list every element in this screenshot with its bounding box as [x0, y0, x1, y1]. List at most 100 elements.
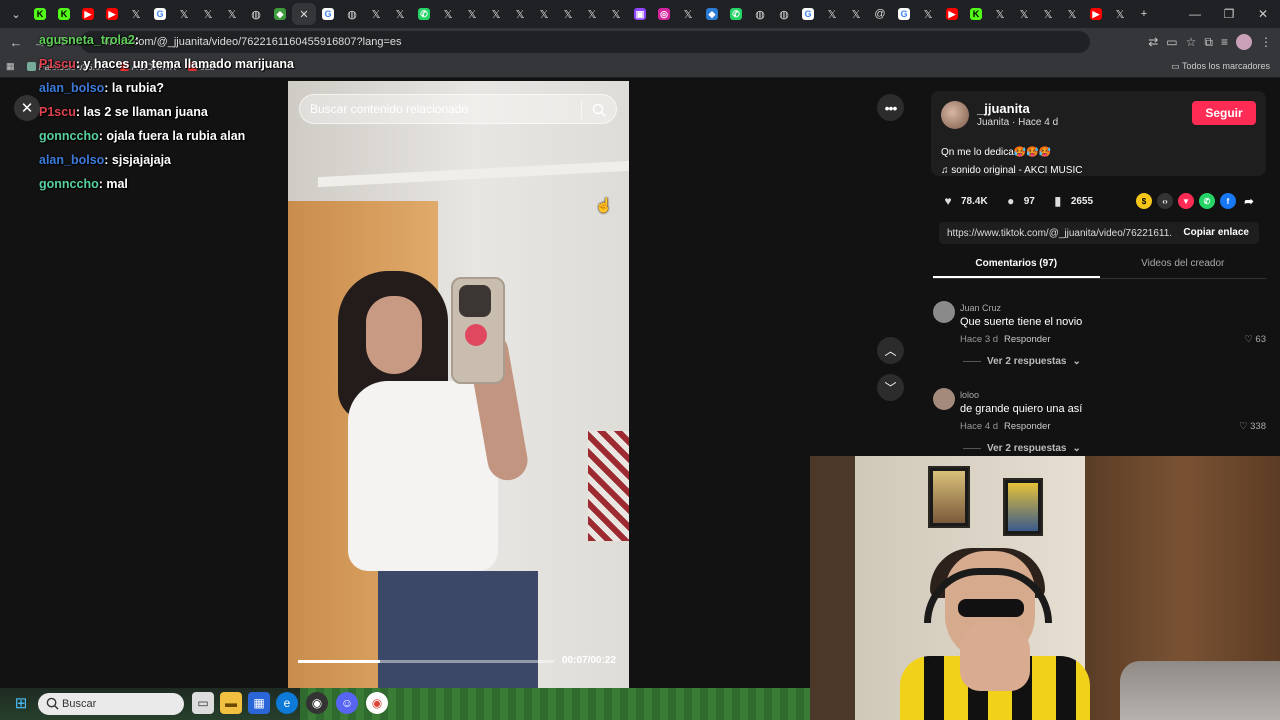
file-explorer-icon[interactable]: ▬ [220, 692, 242, 714]
send-icon[interactable]: ▼ [1178, 193, 1194, 209]
tab-youtube[interactable]: ▶ [1084, 3, 1108, 25]
tab-threads[interactable]: @ [868, 3, 892, 25]
tab-x[interactable]: 𝕏 [988, 3, 1012, 25]
chat-username[interactable]: alan_bolso [39, 81, 104, 95]
tab-generic[interactable]: ◍ [244, 3, 268, 25]
tab-creator-videos[interactable]: Videos del creador [1100, 253, 1267, 278]
tab-youtube[interactable]: ▶ [100, 3, 124, 25]
minimize-icon[interactable]: — [1178, 0, 1212, 28]
translate-icon[interactable]: ⇄ [1148, 35, 1158, 49]
chat-username[interactable]: agusneta_trola2 [39, 33, 135, 47]
chat-username[interactable]: alan_bolso [39, 153, 104, 167]
tab-youtube[interactable]: ▶ [940, 3, 964, 25]
tab-generic[interactable]: ◆ [268, 3, 292, 25]
comment-avatar[interactable] [933, 301, 955, 323]
reading-list-icon[interactable]: ≡ [1221, 35, 1228, 49]
like-stat[interactable]: ♥ 78.4K [941, 194, 987, 208]
coin-share-icon[interactable]: $ [1136, 193, 1152, 209]
search-icon[interactable] [592, 103, 606, 117]
reply-button[interactable]: Responder [1004, 334, 1050, 345]
tab-generic[interactable]: ◍ [748, 3, 772, 25]
comment-stat[interactable]: ● 97 [1004, 194, 1035, 208]
tab-x[interactable]: 𝕏 [220, 3, 244, 25]
tab-kick[interactable]: K [28, 3, 52, 25]
tab-x[interactable]: 𝕏 [436, 3, 460, 25]
tab-x[interactable]: 𝕏 [508, 3, 532, 25]
tab-x[interactable]: 𝕏 [556, 3, 580, 25]
embed-icon[interactable]: ‹› [1157, 193, 1173, 209]
chat-username[interactable]: P1scu [39, 57, 76, 71]
post-sound[interactable]: ♫ sonido original - AKCI MUSIC [941, 165, 1082, 176]
tab-x[interactable]: 𝕏 [460, 3, 484, 25]
view-replies-button[interactable]: Ver 2 respuestas ⌄ [963, 443, 1081, 454]
previous-video-icon[interactable]: ︿ [877, 337, 904, 364]
tab-close-active[interactable]: ✕ [292, 3, 316, 25]
tab-x[interactable]: 𝕏 [1060, 3, 1084, 25]
menu-icon[interactable]: ⋮ [1260, 35, 1272, 49]
comment-username[interactable]: Juan Cruz [960, 303, 1001, 313]
tab-generic[interactable]: ◍ [772, 3, 796, 25]
chat-username[interactable]: gonnccho [39, 177, 99, 191]
tab-whatsapp[interactable]: ✆ [412, 3, 436, 25]
tab-youtube[interactable]: ▶ [76, 3, 100, 25]
view-replies-button[interactable]: Ver 2 respuestas ⌄ [963, 356, 1081, 367]
store-icon[interactable]: ▦ [248, 692, 270, 714]
all-bookmarks-folder[interactable]: ▭ Todos los marcadores [1171, 61, 1270, 72]
tab-x[interactable]: 𝕏 [1036, 3, 1060, 25]
tab-generic[interactable]: ◍ [340, 3, 364, 25]
discord-icon[interactable]: ☺ [336, 692, 358, 714]
more-options-icon[interactable]: ••• [877, 94, 904, 121]
tab-google[interactable]: G [316, 3, 340, 25]
chat-username[interactable]: gonnccho [39, 129, 99, 143]
apps-icon[interactable]: ▦ [6, 61, 15, 72]
video-player[interactable] [288, 81, 629, 688]
tab-x[interactable]: 𝕏 [124, 3, 148, 25]
obs-icon[interactable]: ◉ [306, 692, 328, 714]
tab-kick[interactable]: K [52, 3, 76, 25]
windows-start-icon[interactable]: ⊞ [10, 692, 32, 714]
comment-like[interactable]: ♡ 338 [1239, 421, 1266, 432]
video-progress-bar[interactable] [298, 660, 554, 663]
profile-avatar[interactable] [1236, 34, 1252, 50]
tab-x[interactable]: 𝕏 [676, 3, 700, 25]
extensions-icon[interactable]: ⧉ [1204, 35, 1213, 50]
tab-kick[interactable]: K [964, 3, 988, 25]
tab-generic[interactable]: ◆ [700, 3, 724, 25]
next-video-icon[interactable]: ﹀ [877, 374, 904, 401]
tab-whatsapp[interactable]: ✆ [724, 3, 748, 25]
save-stat[interactable]: ▮ 2655 [1051, 194, 1094, 208]
tab-google[interactable]: G [892, 3, 916, 25]
author-username[interactable]: _jjuanita [977, 101, 1030, 116]
copy-link-button[interactable]: Copiar enlace [1183, 227, 1249, 238]
tab-x[interactable]: 𝕏 [484, 3, 508, 25]
cast-icon[interactable]: ▭ [1166, 35, 1177, 49]
back-icon[interactable]: ← [4, 35, 28, 50]
tab-x[interactable]: 𝕏 [844, 3, 868, 25]
comment-like[interactable]: ♡ 63 [1244, 334, 1266, 345]
comment-avatar[interactable] [933, 388, 955, 410]
tab-x[interactable]: 𝕏 [820, 3, 844, 25]
related-search-input[interactable]: Buscar contenido relacionado [299, 94, 617, 124]
tab-x[interactable]: 𝕏 [580, 3, 604, 25]
tab-x[interactable]: 𝕏 [916, 3, 940, 25]
task-view-icon[interactable]: ▭ [192, 692, 214, 714]
new-tab-button[interactable]: + [1132, 3, 1156, 25]
restore-icon[interactable]: ❐ [1212, 0, 1246, 28]
tab-x[interactable]: 𝕏 [172, 3, 196, 25]
taskbar-search-input[interactable]: Buscar [38, 693, 184, 715]
reply-button[interactable]: Responder [1004, 421, 1050, 432]
tab-x[interactable]: 𝕏 [604, 3, 628, 25]
comment-username[interactable]: loloo [960, 390, 979, 400]
tab-x[interactable]: 𝕏 [196, 3, 220, 25]
chrome-icon[interactable]: ◉ [366, 692, 388, 714]
tab-twitch[interactable]: ▣ [628, 3, 652, 25]
tab-instagram[interactable]: ◎ [652, 3, 676, 25]
tab-x[interactable]: 𝕏 [364, 3, 388, 25]
chat-username[interactable]: P1scu [39, 105, 76, 119]
tab-x[interactable]: 𝕏 [1108, 3, 1132, 25]
video-link[interactable]: https://www.tiktok.com/@_jjuanita/video/… [947, 228, 1172, 239]
share-arrow-icon[interactable]: ➦ [1241, 193, 1257, 209]
tab-comments[interactable]: Comentarios (97) [933, 253, 1100, 278]
tab-search-button[interactable]: ⌄ [4, 3, 28, 25]
tab-x[interactable]: 𝕏 [532, 3, 556, 25]
